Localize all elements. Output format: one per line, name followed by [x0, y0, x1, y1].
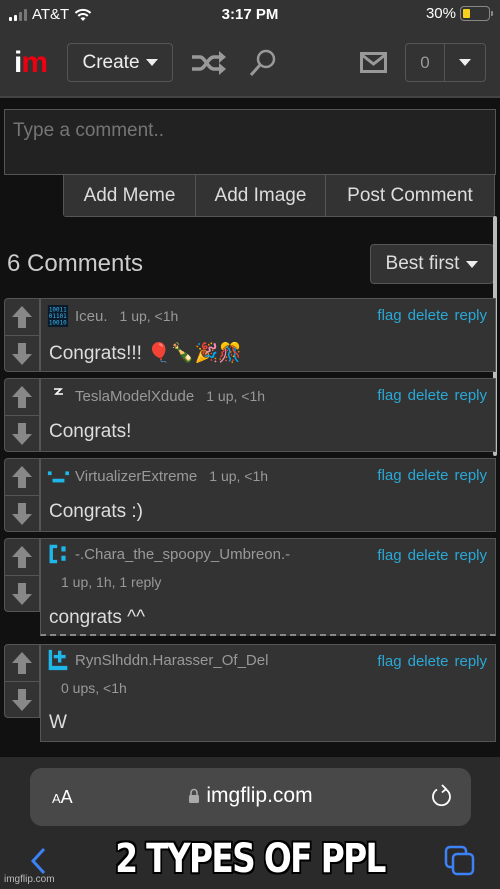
reply-link[interactable]: reply: [454, 307, 487, 324]
comment-stats: 1 up, <1h: [119, 308, 179, 324]
reply-link[interactable]: reply: [454, 387, 487, 404]
comment: VirtualizerExtreme 1 up, <1h flag delete…: [4, 458, 496, 532]
delete-link[interactable]: delete: [408, 307, 449, 324]
reload-icon[interactable]: [429, 783, 453, 809]
downvote-button[interactable]: [5, 415, 39, 451]
lock-icon: [189, 789, 200, 804]
reply-link[interactable]: reply: [454, 653, 487, 670]
address-bar[interactable]: AA imgflip.com: [30, 768, 471, 826]
comment-text: congrats ^^: [49, 607, 145, 628]
vote-controls: [4, 458, 40, 532]
imgflip-logo[interactable]: im: [14, 48, 48, 78]
add-meme-button[interactable]: Add Meme: [64, 175, 196, 216]
downvote-button[interactable]: [5, 335, 39, 371]
comment-text: Congrats!!! 🎈🍾🎉🎊: [49, 343, 242, 364]
arrow-up-icon: [12, 652, 32, 674]
comment-username[interactable]: RynSlhddn.Harasser_Of_Del: [75, 652, 268, 669]
notification-count[interactable]: 0: [406, 44, 445, 81]
site-header: im Create 0: [0, 30, 500, 98]
flag-link[interactable]: flag: [377, 387, 401, 404]
downvote-button[interactable]: [5, 495, 39, 531]
comment-username[interactable]: -.Chara_the_spoopy_Umbreon.-: [75, 546, 290, 563]
comment-body: RynSlhddn.Harasser_Of_Del 0 ups, <1h fla…: [40, 644, 496, 742]
comment-stats: 0 ups, <1h: [61, 680, 127, 696]
delete-link[interactable]: delete: [408, 387, 449, 404]
comments-count-heading: 6 Comments: [7, 250, 144, 277]
upvote-button[interactable]: [5, 539, 39, 575]
downvote-button[interactable]: [5, 681, 39, 717]
comment-body: TeslaModelXdude 1 up, <1h flag delete re…: [40, 378, 496, 452]
flag-link[interactable]: flag: [377, 547, 401, 564]
arrow-down-icon: [12, 342, 32, 365]
comment-username[interactable]: Iceu.: [75, 308, 108, 325]
composer-actions: Add Meme Add Image Post Comment: [63, 175, 495, 217]
comment: RynSlhddn.Harasser_Of_Del 0 ups, <1h fla…: [4, 644, 496, 742]
comment-body: VirtualizerExtreme 1 up, <1h flag delete…: [40, 458, 496, 532]
arrow-down-icon: [12, 688, 32, 711]
bracket-avatar-icon[interactable]: [47, 543, 69, 565]
comment-stats: 1 up, 1h, 1 reply: [61, 574, 162, 590]
upvote-button[interactable]: [5, 379, 39, 415]
arrow-up-icon: [12, 386, 32, 408]
status-bar: AT&T 3:17 PM 30%: [0, 0, 500, 30]
delete-link[interactable]: delete: [408, 467, 449, 484]
comment-text: Congrats :): [49, 501, 143, 522]
comment: 10011 01101 10010 Iceu. 1 up, <1h flag del…: [4, 298, 496, 372]
upvote-button[interactable]: [5, 459, 39, 495]
downvote-button[interactable]: [5, 575, 39, 611]
user-menu-dropdown[interactable]: [445, 44, 485, 81]
bolt-avatar-icon[interactable]: [47, 385, 69, 407]
meme-caption: 2 TYPES OF PPL: [115, 836, 386, 882]
vote-controls: [4, 298, 40, 372]
vote-controls: [4, 538, 40, 612]
arrow-down-icon: [12, 422, 32, 445]
comment-body: 10011 01101 10010 Iceu. 1 up, <1h flag del…: [40, 298, 496, 372]
vote-controls: [4, 378, 40, 452]
post-comment-button[interactable]: Post Comment: [326, 175, 494, 216]
reply-link[interactable]: reply: [454, 467, 487, 484]
flag-link[interactable]: flag: [377, 467, 401, 484]
comment-stats: 1 up, <1h: [206, 388, 266, 404]
face-avatar-icon[interactable]: [47, 465, 69, 487]
comment-username[interactable]: TeslaModelXdude: [75, 388, 194, 405]
search-icon[interactable]: [248, 48, 278, 78]
comment-stats: 1 up, <1h: [209, 468, 269, 484]
flag-link[interactable]: flag: [377, 307, 401, 324]
delete-link[interactable]: delete: [408, 653, 449, 670]
svg-text:10010: 10010: [49, 319, 67, 326]
mail-icon[interactable]: [360, 52, 387, 73]
arrow-up-icon: [12, 466, 32, 488]
battery-icon: [460, 6, 493, 21]
delete-link[interactable]: delete: [408, 547, 449, 564]
vote-controls: [4, 644, 40, 718]
chevron-down-icon: [459, 59, 471, 66]
reply-link[interactable]: reply: [454, 547, 487, 564]
comment-text: W: [49, 712, 67, 733]
comment: -.Chara_the_spoopy_Umbreon.- 1 up, 1h, 1…: [4, 538, 496, 636]
binary-avatar-icon[interactable]: 100110110110010: [47, 305, 69, 327]
imgflip-watermark: imgflip.com: [4, 874, 55, 885]
battery-percent: 30%: [425, 5, 456, 22]
notifications-widget: 0: [405, 43, 486, 82]
upvote-button[interactable]: [5, 299, 39, 335]
add-image-button[interactable]: Add Image: [196, 175, 326, 216]
chevron-down-icon: [466, 260, 479, 268]
shuffle-icon[interactable]: [190, 50, 228, 76]
comment-username[interactable]: VirtualizerExtreme: [75, 468, 197, 485]
chevron-down-icon: [145, 59, 158, 66]
comment-input[interactable]: [4, 109, 496, 175]
comment-body: -.Chara_the_spoopy_Umbreon.- 1 up, 1h, 1…: [40, 538, 496, 636]
plus-avatar-icon[interactable]: [47, 649, 69, 671]
url-text: imgflip.com: [206, 784, 313, 807]
sort-dropdown[interactable]: Best first: [370, 244, 494, 284]
flag-link[interactable]: flag: [377, 653, 401, 670]
comment-text: Congrats!: [49, 421, 132, 442]
create-button[interactable]: Create: [67, 43, 173, 82]
arrow-down-icon: [12, 582, 32, 605]
arrow-down-icon: [12, 502, 32, 525]
comment: TeslaModelXdude 1 up, <1h flag delete re…: [4, 378, 496, 452]
arrow-up-icon: [12, 546, 32, 568]
arrow-up-icon: [12, 306, 32, 328]
upvote-button[interactable]: [5, 645, 39, 681]
